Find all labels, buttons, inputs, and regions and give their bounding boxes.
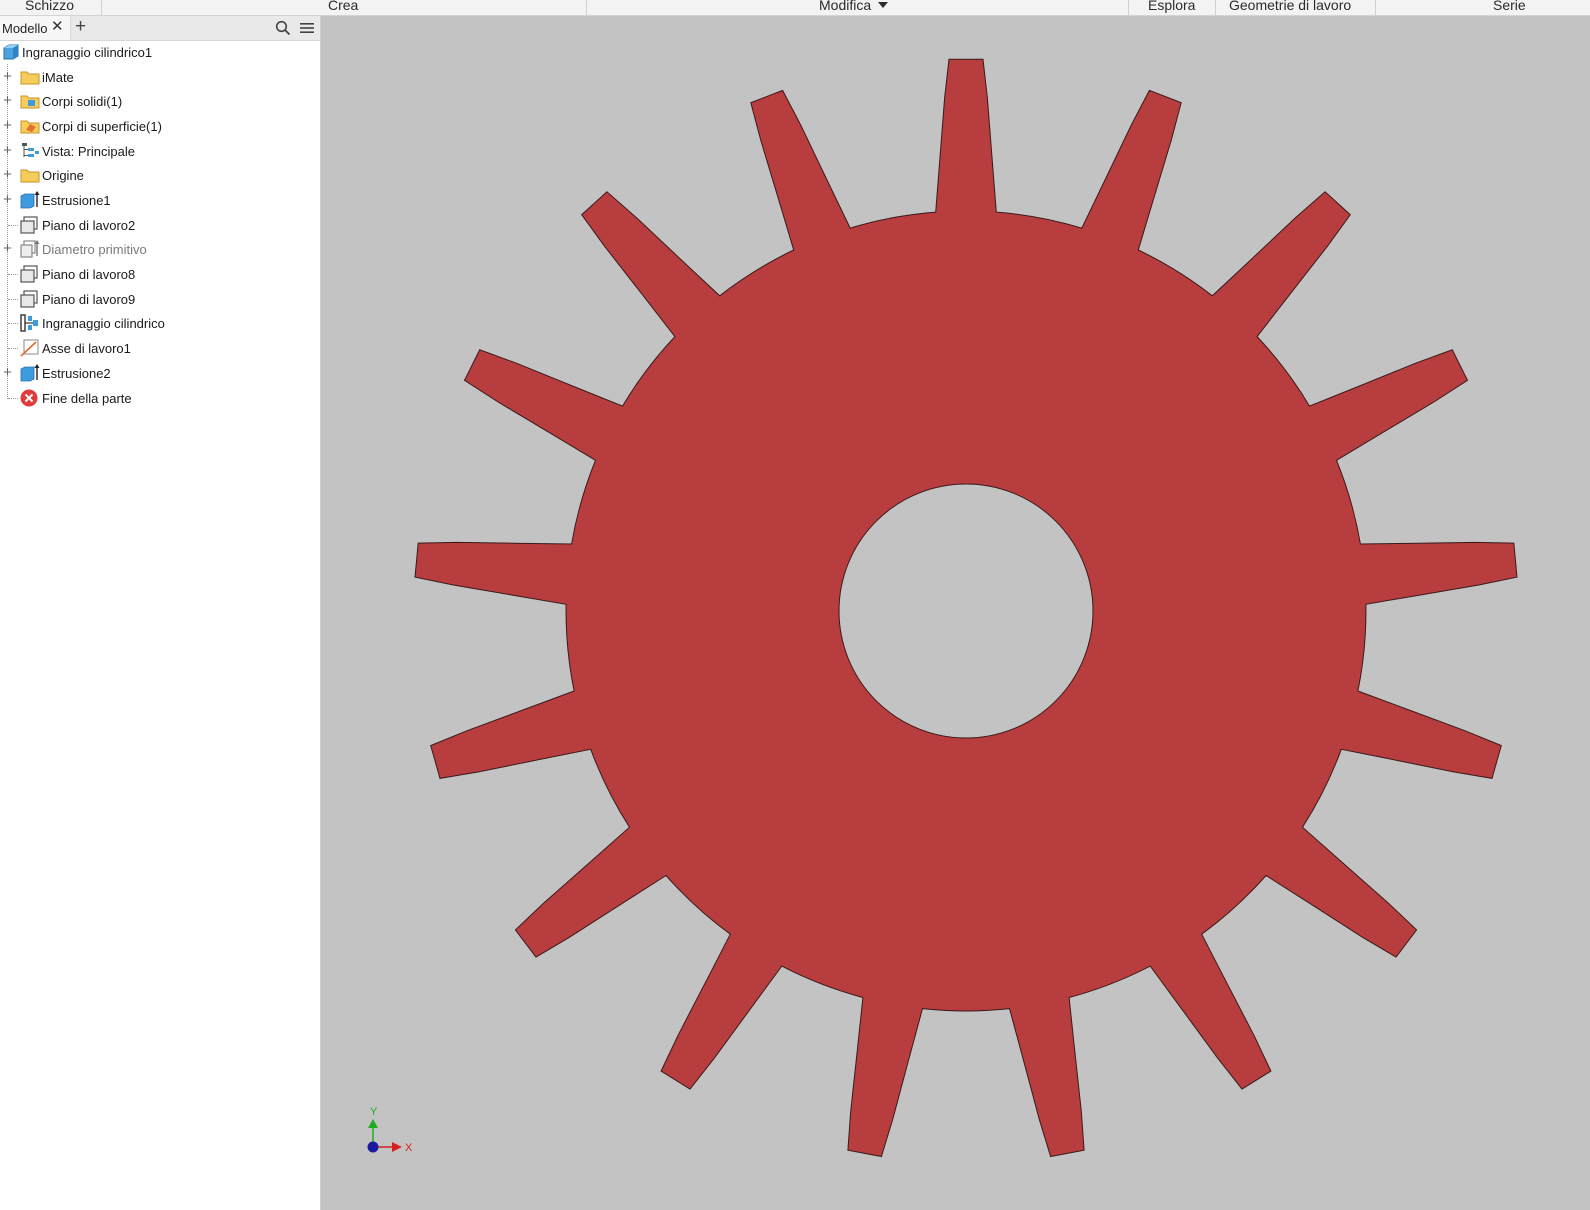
ribbon-tab-modifica[interactable]: Modifica bbox=[819, 0, 889, 15]
view-representation-icon bbox=[22, 143, 39, 157]
x-axis-arrowhead bbox=[392, 1142, 402, 1152]
expand-plus-icon[interactable]: + bbox=[2, 143, 13, 158]
work-plane-icon bbox=[20, 265, 38, 283]
x-axis-label: X bbox=[405, 1142, 413, 1154]
tree-node-diametro-primitivo[interactable]: + Diametro primitivo bbox=[0, 237, 320, 261]
expand-plus-icon[interactable]: + bbox=[2, 192, 13, 207]
ribbon-tab-label: Modifica bbox=[819, 0, 872, 13]
tree-node-asse-lavoro1[interactable]: Asse di lavoro1 bbox=[0, 336, 320, 360]
expand-plus-icon[interactable]: + bbox=[2, 167, 13, 182]
work-plane-icon bbox=[20, 216, 38, 234]
ribbon-tab-crea[interactable]: Crea bbox=[328, 0, 358, 15]
ribbon-bar: Schizzo Crea Modifica Esplora Geometrie … bbox=[0, 0, 1590, 16]
tree-node-label: iMate bbox=[42, 70, 74, 85]
hamburger-menu-icon[interactable] bbox=[299, 20, 315, 36]
ribbon-separator bbox=[1128, 0, 1129, 15]
tree-node-estrusione1[interactable]: + Estrusione1 bbox=[0, 188, 320, 212]
spur-gear-icon bbox=[20, 314, 38, 332]
extrude-surface-icon bbox=[20, 240, 40, 258]
ribbon-separator bbox=[1375, 0, 1376, 15]
spur-gear-model[interactable] bbox=[414, 58, 1518, 1158]
tree-node-estrusione2[interactable]: + Estrusione2 bbox=[0, 361, 320, 385]
expand-plus-icon[interactable]: + bbox=[2, 69, 13, 84]
extrude-icon bbox=[20, 364, 40, 382]
browser-header: Modello ✕ + bbox=[0, 16, 320, 41]
ribbon-tab-label: Geometrie di lavoro bbox=[1229, 0, 1352, 13]
model-browser-panel: Modello ✕ + Ingranaggio cilindrico1 + iM… bbox=[0, 16, 321, 1210]
tree-node-label: Piano di lavoro9 bbox=[42, 292, 136, 307]
tab-modello[interactable]: Modello ✕ bbox=[0, 16, 71, 40]
expand-plus-icon[interactable]: + bbox=[2, 93, 13, 108]
tree-root-part[interactable]: Ingranaggio cilindrico1 bbox=[0, 40, 320, 64]
ribbon-tab-label: Crea bbox=[328, 0, 359, 13]
tree-node-label: Estrusione2 bbox=[42, 366, 111, 381]
folder-icon bbox=[20, 71, 40, 85]
tree-node-label: Corpi di superficie(1) bbox=[42, 119, 162, 134]
extrude-icon bbox=[20, 191, 40, 209]
gear-canvas bbox=[414, 58, 1518, 1158]
origin-point bbox=[367, 1141, 379, 1153]
dropdown-arrow-icon[interactable] bbox=[878, 2, 889, 8]
work-axis-icon bbox=[20, 339, 39, 357]
solid-bodies-folder-icon bbox=[20, 95, 40, 109]
tree-node-origine[interactable]: + Origine bbox=[0, 163, 320, 187]
ribbon-separator bbox=[586, 0, 587, 15]
tree-node-corpi-superficie[interactable]: + Corpi di superficie(1) bbox=[0, 114, 320, 138]
y-axis-label: Y bbox=[370, 1106, 378, 1118]
ribbon-tab-schizzo[interactable]: Schizzo bbox=[25, 0, 74, 15]
graphics-viewport[interactable] bbox=[321, 16, 1590, 1210]
plus-icon[interactable]: + bbox=[75, 17, 86, 37]
tree-node-corpi-solidi[interactable]: + Corpi solidi(1) bbox=[0, 89, 320, 113]
tree-node-label: Piano di lavoro8 bbox=[42, 267, 136, 282]
ribbon-tab-serie[interactable]: Serie bbox=[1493, 0, 1526, 15]
tree-node-label: Fine della parte bbox=[42, 391, 132, 406]
tree-node-label: Ingranaggio cilindrico bbox=[42, 316, 165, 331]
ribbon-separator bbox=[101, 0, 102, 15]
ribbon-tab-label: Esplora bbox=[1148, 0, 1196, 13]
tree-node-label: Origine bbox=[42, 168, 84, 183]
work-plane-icon bbox=[20, 290, 38, 308]
surface-bodies-folder-icon bbox=[20, 120, 40, 134]
ribbon-tab-esplora[interactable]: Esplora bbox=[1148, 0, 1195, 15]
tree-node-label: Ingranaggio cilindrico1 bbox=[22, 45, 153, 60]
expand-plus-icon[interactable]: + bbox=[2, 241, 13, 256]
tree-node-piano-lavoro9[interactable]: Piano di lavoro9 bbox=[0, 287, 320, 311]
view-triad: Y X bbox=[367, 1106, 413, 1154]
close-icon[interactable]: ✕ bbox=[51, 19, 64, 35]
tree-node-piano-lavoro2[interactable]: Piano di lavoro2 bbox=[0, 213, 320, 237]
ribbon-tab-label: Serie bbox=[1493, 0, 1526, 13]
expand-plus-icon[interactable]: + bbox=[2, 365, 13, 380]
tree-node-vista-principale[interactable]: + Vista: Principale bbox=[0, 139, 320, 163]
ribbon-tab-label: Schizzo bbox=[25, 0, 75, 13]
tree-node-label: Diametro primitivo bbox=[42, 242, 147, 257]
tree-node-piano-lavoro8[interactable]: Piano di lavoro8 bbox=[0, 262, 320, 286]
tree-node-label: Piano di lavoro2 bbox=[42, 218, 136, 233]
search-icon[interactable] bbox=[275, 20, 291, 36]
tree-node-label: Corpi solidi(1) bbox=[42, 94, 123, 109]
tree-node-label: Vista: Principale bbox=[42, 144, 135, 159]
tree-node-imate[interactable]: + iMate bbox=[0, 65, 320, 89]
ribbon-separator bbox=[1215, 0, 1216, 15]
y-axis-arrowhead bbox=[368, 1119, 378, 1128]
ribbon-tab-geometrie-di-lavoro[interactable]: Geometrie di lavoro bbox=[1229, 0, 1351, 15]
tree-node-ingranaggio-cilindrico[interactable]: Ingranaggio cilindrico bbox=[0, 311, 320, 335]
end-of-part-icon bbox=[20, 389, 38, 407]
tree-node-label: Asse di lavoro1 bbox=[42, 341, 131, 356]
tree-node-label: Estrusione1 bbox=[42, 193, 111, 208]
folder-icon bbox=[20, 169, 40, 183]
expand-plus-icon[interactable]: + bbox=[2, 118, 13, 133]
tree-node-fine-della-parte[interactable]: Fine della parte bbox=[0, 386, 320, 410]
part-icon bbox=[3, 44, 19, 60]
tab-label: Modello bbox=[2, 21, 48, 36]
